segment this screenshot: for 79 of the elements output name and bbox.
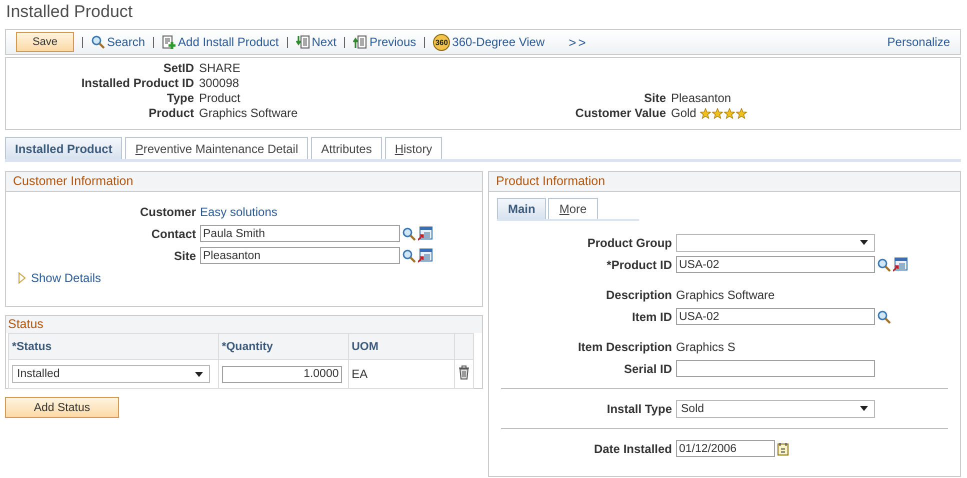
column-header: *Quantity [218,334,348,360]
tab[interactable]: Main [497,198,546,219]
input-field[interactable]: Paula Smith [200,225,400,242]
tab[interactable]: History [384,137,442,159]
field-label: Install Type [606,402,672,416]
header-value: Pleasanton [671,91,732,106]
quantity-field[interactable]: 1.0000 [222,366,342,382]
field-label: *Product ID [606,258,672,272]
detail-icon[interactable] [893,257,908,272]
detail-icon[interactable] [418,248,433,263]
field-label: Site [172,248,196,262]
field-value: Graphics S [676,340,736,354]
select-field[interactable] [676,234,875,252]
status-select[interactable]: Installed [12,365,210,383]
search-icon[interactable] [402,248,416,262]
star-icon [724,108,736,119]
header-label: Type [166,91,194,106]
input-field[interactable]: Pleasanton [200,247,400,264]
input-field[interactable]: USA-02 [676,256,875,273]
calendar-icon[interactable] [777,442,789,456]
search-icon[interactable] [402,226,416,240]
dropdown-caret-icon[interactable] [860,406,868,411]
header-label: Customer Value [574,106,666,121]
field-label: Description [604,288,672,302]
header-value: Gold [671,106,696,121]
star-icon [712,108,724,119]
down-arrow-document-icon [296,35,310,49]
detail-icon[interactable] [418,226,433,241]
header-label: Installed Product ID [80,76,194,91]
tab[interactable]: More [548,198,598,219]
field-label: Contact [150,226,196,240]
header-label: Product [148,106,194,121]
tab[interactable]: Attributes [311,137,382,159]
dropdown-caret-icon[interactable] [860,240,868,245]
tab[interactable]: Preventive Maintenance Detail [125,137,308,159]
field-label: Item Description [576,340,672,354]
header-label: Site [642,91,666,106]
header-value: 300098 [199,76,240,91]
search-icon[interactable] [877,310,891,324]
date-field[interactable]: 01/12/2006 [676,440,775,457]
star-icon [700,108,712,119]
panel-title: Customer Information [6,172,482,192]
trash-icon[interactable] [458,365,470,380]
field-label: Date Installed [592,442,672,456]
star-icon [736,108,748,119]
header-value: Graphics Software [199,106,298,121]
dropdown-caret-icon[interactable] [195,372,203,376]
page-title: Installed Product [5,1,134,23]
input-field[interactable] [676,360,875,377]
column-header: UOM [348,334,454,360]
toolbar-link[interactable]: Add Install Product [162,35,279,49]
customer-link[interactable]: Easy solutions [200,204,278,218]
header-value: Product [199,91,240,106]
save-button[interactable]: Save [16,32,74,52]
field-label: Customer [138,204,196,218]
field-label: Item ID [630,310,672,324]
add-document-icon [162,35,176,49]
toolbar-link[interactable]: Previous [353,35,416,49]
add-status-button[interactable]: Add Status [5,397,119,418]
header-label: SetID [162,61,194,76]
tab[interactable]: Installed Product [5,137,122,159]
table-cell: EA [348,360,454,388]
select-field[interactable]: Sold [676,400,875,418]
panel-title: Status [6,316,482,333]
column-header: *Status [8,334,218,360]
personalize-link[interactable]: Personalize [887,35,950,49]
field-label: Serial ID [622,362,672,376]
search-icon[interactable] [91,35,105,49]
show-details-link[interactable]: Show Details [31,271,102,285]
more-link[interactable]: >> [568,34,588,50]
search-icon[interactable] [877,258,891,272]
header-value: SHARE [199,61,240,76]
toolbar-link[interactable]: Next [296,35,336,49]
up-arrow-document-icon [353,35,368,49]
field-label: Product Group [586,236,672,250]
panel-title: Product Information [489,172,960,192]
field-value: Graphics Software [676,288,775,302]
toolbar-link[interactable]: Search [91,35,146,49]
input-field[interactable]: USA-02 [676,308,875,325]
